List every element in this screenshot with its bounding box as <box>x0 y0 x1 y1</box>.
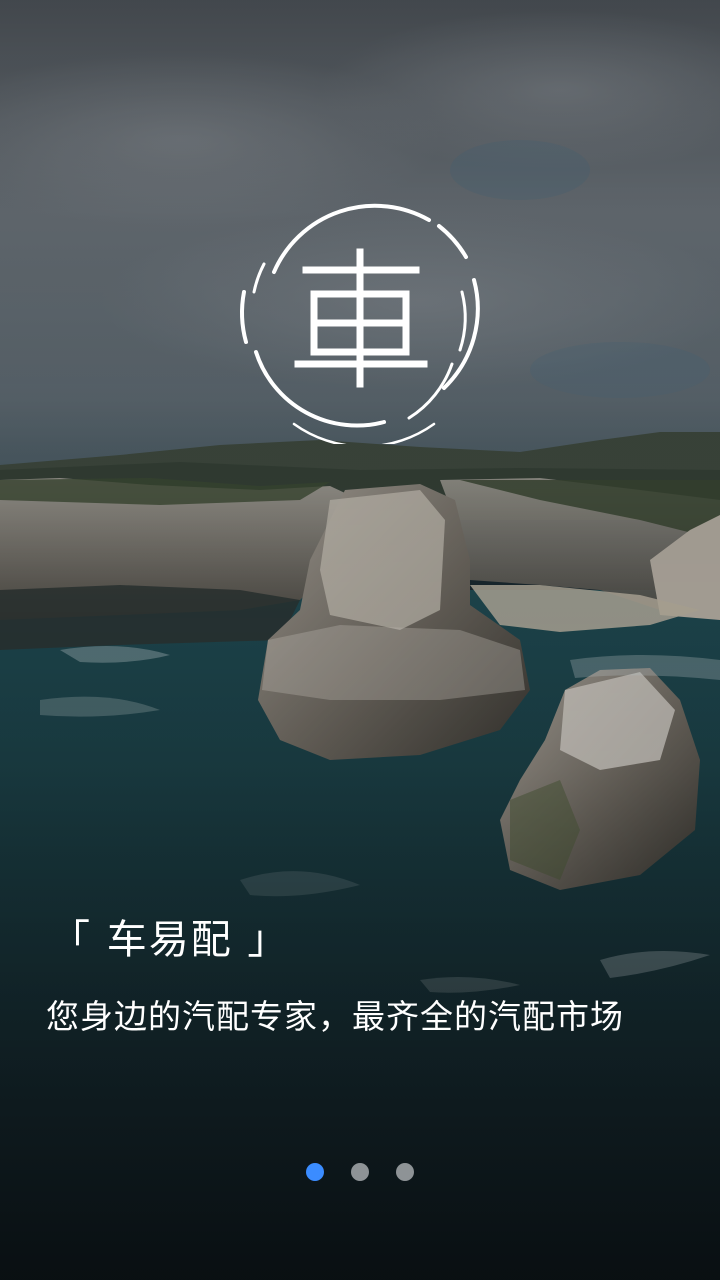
brand-name: 「 车易配 」 <box>50 917 290 963</box>
splash-screen: 車 「 车易配 」 您身边的汽配专家，最齐全的汽配市场 <box>0 0 720 1280</box>
page-dot-1[interactable] <box>306 1163 324 1181</box>
page-indicator <box>0 1163 720 1183</box>
page-dot-2[interactable] <box>351 1163 369 1181</box>
tagline: 您身边的汽配专家，最齐全的汽配市场 <box>46 997 624 1036</box>
page-dot-3[interactable] <box>396 1163 414 1181</box>
app-logo: 車 <box>234 192 486 448</box>
